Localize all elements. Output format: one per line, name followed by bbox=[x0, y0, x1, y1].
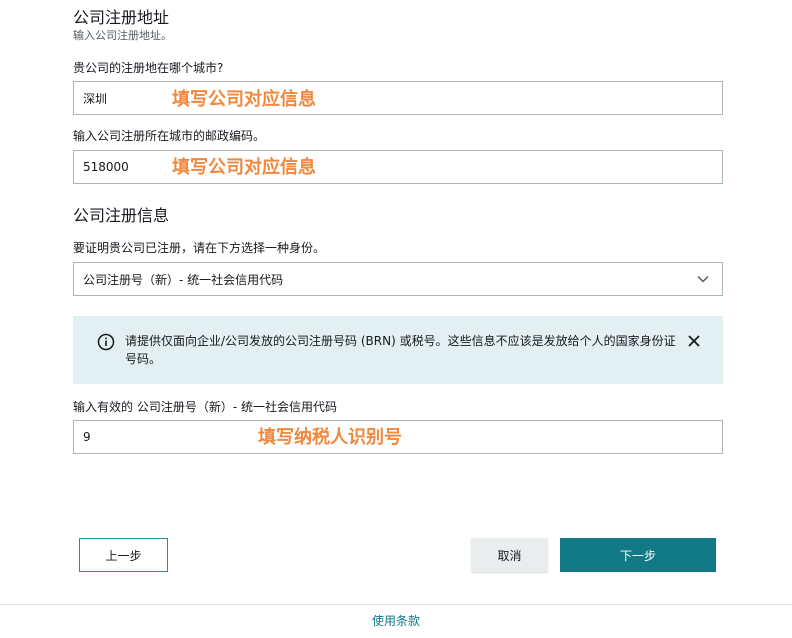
address-section-title: 公司注册地址 bbox=[73, 8, 170, 27]
registration-id-input[interactable] bbox=[73, 420, 723, 454]
info-circle-icon bbox=[97, 333, 115, 351]
address-section-subtitle: 输入公司注册地址。 bbox=[73, 29, 172, 42]
registration-form-page: 公司注册地址 输入公司注册地址。 贵公司的注册地在哪个城市? 填写公司对应信息 … bbox=[0, 0, 792, 638]
previous-step-button[interactable]: 上一步 bbox=[79, 538, 168, 572]
registration-prompt: 要证明贵公司已注册，请在下方选择一种身份。 bbox=[73, 241, 326, 255]
chevron-down-icon bbox=[696, 272, 710, 286]
city-input[interactable] bbox=[73, 81, 723, 115]
registration-type-select[interactable]: 公司注册号（新）- 统一社会信用代码 bbox=[73, 262, 723, 296]
postal-code-label: 输入公司注册所在城市的邮政编码。 bbox=[73, 129, 266, 143]
info-alert-text: 请提供仅面向企业/公司发放的公司注册号码 (BRN) 或税号。这些信息不应该是发… bbox=[125, 334, 676, 366]
footer-divider bbox=[0, 604, 792, 605]
registration-type-selected-value: 公司注册号（新）- 统一社会信用代码 bbox=[83, 272, 284, 287]
next-step-button[interactable]: 下一步 bbox=[560, 538, 716, 572]
info-alert: 请提供仅面向企业/公司发放的公司注册号码 (BRN) 或税号。这些信息不应该是发… bbox=[73, 316, 723, 384]
cancel-button[interactable]: 取消 bbox=[471, 538, 548, 572]
city-label: 贵公司的注册地在哪个城市? bbox=[73, 61, 224, 75]
close-icon[interactable] bbox=[685, 332, 703, 350]
registration-section-title: 公司注册信息 bbox=[73, 206, 170, 225]
terms-of-use-link[interactable]: 使用条款 bbox=[0, 612, 792, 629]
registration-id-label: 输入有效的 公司注册号（新）- 统一社会信用代码 bbox=[73, 400, 337, 414]
postal-code-input[interactable] bbox=[73, 150, 723, 184]
